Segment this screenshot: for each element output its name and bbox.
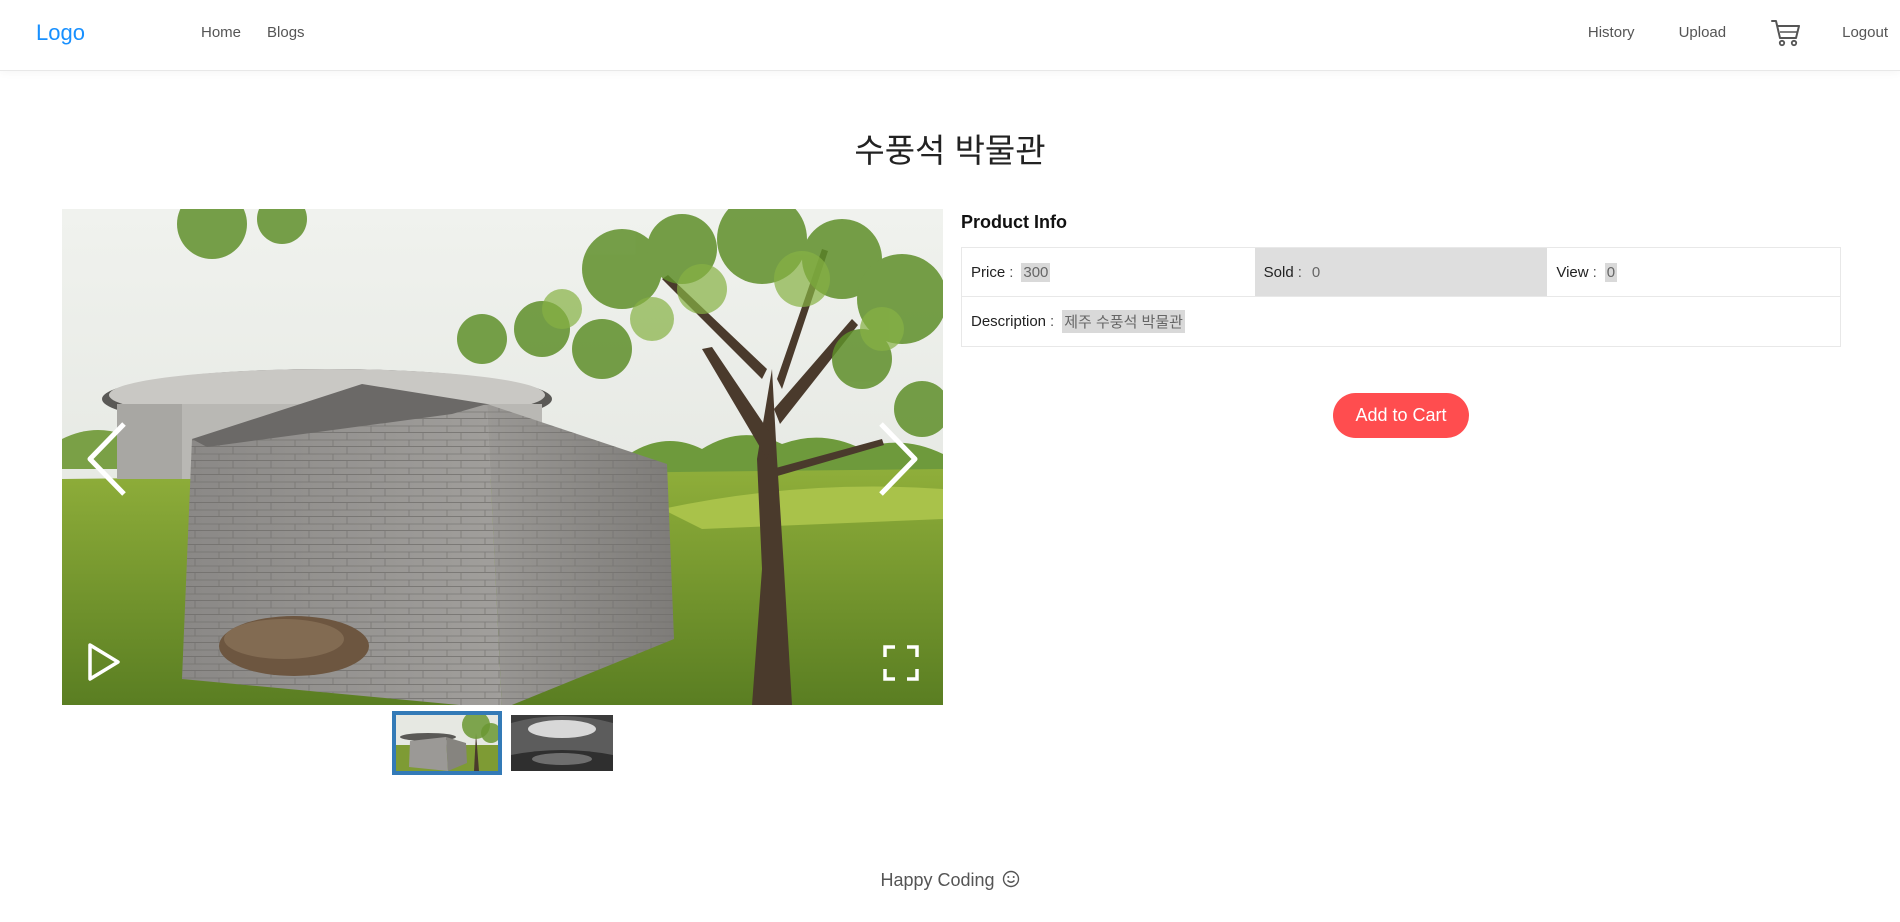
sold-value: 0 [1311, 263, 1321, 281]
view-separator: : [1592, 263, 1597, 281]
nav-logout-link[interactable]: Logout [1842, 0, 1888, 66]
play-icon[interactable] [84, 641, 124, 683]
nav-home-link[interactable]: Home [188, 0, 254, 66]
museum-exterior-photo [62, 209, 943, 705]
description-value: 제주 수풍석 박물관 [1062, 310, 1185, 333]
price-value: 300 [1021, 262, 1051, 282]
shopping-cart-icon[interactable] [1770, 0, 1802, 66]
view-cell: View : 0 [1547, 248, 1840, 296]
price-label: Price [971, 263, 1006, 281]
thumbnail-exterior[interactable] [392, 711, 502, 775]
top-nav-bar: Logo Home Blogs History Upload Logout [0, 0, 1900, 71]
sold-label: Sold [1263, 263, 1294, 281]
nav-right: History Upload Logout [1588, 0, 1888, 66]
museum-exterior-thumbnail [396, 715, 498, 771]
view-label: View [1556, 263, 1589, 281]
museum-interior-thumbnail [511, 715, 613, 771]
footer-text: Happy Coding [880, 870, 995, 890]
sold-cell: Sold : 0 [1254, 248, 1548, 296]
thumbnail-interior[interactable] [507, 711, 617, 775]
image-gallery [62, 209, 943, 705]
add-to-cart-wrapper: Add to Cart [961, 393, 1841, 438]
shopping-cart-icon-svg [1771, 20, 1801, 47]
footer: Happy Coding [0, 870, 1900, 893]
nav-upload-link[interactable]: Upload [1679, 0, 1727, 66]
nav-left: Home Blogs [188, 0, 318, 66]
price-cell: Price : 300 [962, 248, 1255, 296]
description-cell: Description : 제주 수풍석 박물관 [962, 297, 1840, 346]
sold-separator: : [1297, 263, 1302, 281]
product-info-panel: Product Info Price : 300 Sold : 0 View :… [961, 210, 1841, 438]
nav-blogs-link[interactable]: Blogs [254, 0, 318, 66]
nav-history-link[interactable]: History [1588, 0, 1635, 66]
logo-link[interactable]: Logo [36, 20, 85, 46]
fullscreen-icon[interactable] [881, 643, 921, 683]
product-info-title: Product Info [961, 212, 1067, 232]
price-separator: : [1009, 263, 1014, 281]
description-label: Description [971, 313, 1047, 330]
product-title: 수풍석 박물관 [854, 132, 1046, 169]
product-descriptions-table: Price : 300 Sold : 0 View : 0 Descriptio… [961, 247, 1841, 347]
gallery-thumbnails [392, 711, 622, 775]
description-separator: : [1050, 313, 1055, 330]
view-value: 0 [1604, 262, 1618, 282]
add-to-cart-button[interactable]: Add to Cart [1333, 393, 1469, 438]
product-description-row: Description : 제주 수풍석 박물관 [962, 297, 1840, 346]
left-arrow-icon[interactable] [80, 419, 134, 499]
product-stats-row: Price : 300 Sold : 0 View : 0 [962, 248, 1840, 297]
right-arrow-icon[interactable] [871, 419, 925, 499]
smile-icon [1002, 870, 1020, 893]
